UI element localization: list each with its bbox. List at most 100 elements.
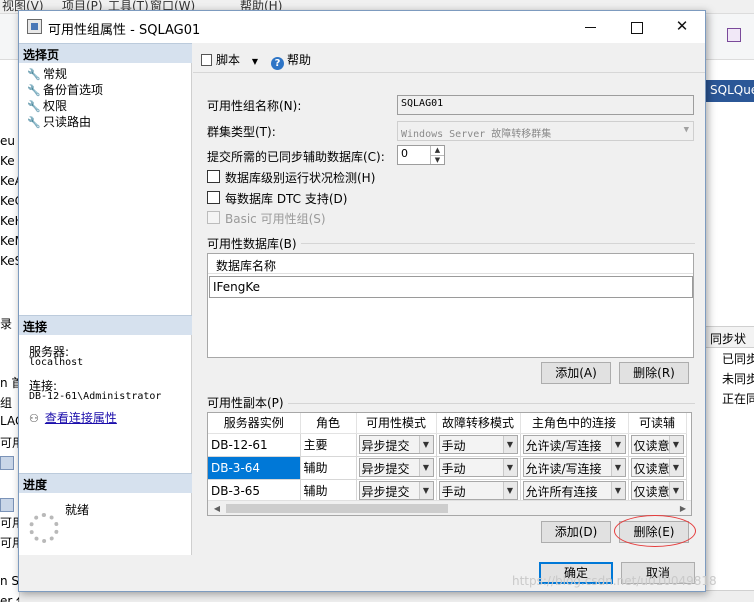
db-health-checkbox[interactable] — [207, 170, 220, 183]
list-item[interactable]: IFengKe — [209, 276, 693, 298]
cell-role[interactable]: 主要 — [300, 433, 357, 457]
page-general[interactable]: 🔧 常规 — [27, 65, 67, 81]
cell-failover[interactable]: 手动 ▼ — [436, 479, 521, 503]
add-database-button[interactable]: 添加(A) — [541, 362, 611, 384]
cell-dropdown[interactable]: 异步提交 ▼ — [358, 458, 434, 477]
cell-role[interactable]: 辅助 — [300, 456, 357, 480]
per-db-dtc-checkbox[interactable] — [207, 191, 220, 204]
stepper-up-icon[interactable]: ▲ — [430, 146, 444, 155]
stepper-down-icon[interactable]: ▼ — [430, 155, 444, 164]
bg-tree-item[interactable]: er 代理 — [0, 592, 19, 602]
scroll-right-icon[interactable]: ▶ — [676, 504, 690, 513]
cell-dropdown[interactable]: 异步提交 ▼ — [358, 481, 434, 500]
cell-dropdown[interactable]: 允许读/写连接 ▼ — [522, 435, 626, 454]
column-header[interactable]: 主角色中的连接 — [520, 413, 629, 434]
maximize-button[interactable] — [613, 11, 659, 43]
chevron-down-icon[interactable]: ▼ — [610, 482, 625, 499]
scroll-thumb[interactable] — [226, 504, 448, 513]
add-replica-button[interactable]: 添加(D) — [541, 521, 611, 543]
bg-tree-item[interactable]: LAG — [0, 414, 19, 428]
ag-name-field[interactable]: SQLAG01 — [397, 95, 694, 115]
cell-dropdown[interactable]: 允许读/写连接 ▼ — [522, 458, 626, 477]
bg-tree-item[interactable]: KeS — [0, 254, 19, 268]
chevron-down-icon[interactable]: ▼ — [668, 436, 683, 453]
script-button[interactable]: 脚本 ▼ — [201, 51, 258, 68]
bg-tree-item[interactable]: KeH — [0, 214, 19, 228]
dialog-titlebar[interactable]: 可用性组属性 - SQLAG01 ✕ — [19, 11, 705, 43]
bg-tree-item[interactable]: eu — [0, 134, 15, 148]
chevron-down-icon[interactable]: ▼ — [610, 436, 625, 453]
cell-readable[interactable]: 仅读意向 ▼ — [628, 433, 687, 457]
column-header[interactable]: 故障转移模式 — [436, 413, 521, 434]
table-row[interactable]: DB-3-65 辅助 异步提交 ▼ 手动 ▼ 允许所有连接 ▼ 仅读意向 ▼ — [208, 479, 687, 503]
select-page-header: 选择页 — [19, 43, 192, 63]
column-header[interactable]: 服务器实例 — [208, 413, 301, 434]
cell-failover[interactable]: 手动 ▼ — [436, 456, 521, 480]
column-header[interactable]: 可用性模式 — [356, 413, 437, 434]
bg-vs-icon[interactable] — [727, 28, 741, 42]
chevron-down-icon[interactable]: ▼ — [502, 482, 517, 499]
chevron-down-icon[interactable]: ▼ — [668, 482, 683, 499]
cell-server[interactable]: DB-3-65 — [208, 479, 301, 503]
databases-column-header[interactable]: 数据库名称 — [208, 254, 693, 274]
chevron-down-icon[interactable]: ▼ — [668, 459, 683, 476]
remove-replica-button[interactable]: 删除(E) — [619, 521, 689, 543]
view-connection-properties[interactable]: ⚇ 查看连接属性 — [29, 409, 117, 426]
chevron-down-icon[interactable]: ▼ — [418, 436, 433, 453]
cell-dropdown[interactable]: 允许所有连接 ▼ — [522, 481, 626, 500]
column-header[interactable]: 角色 — [300, 413, 357, 434]
cell-readable[interactable]: 仅读意向 ▼ — [628, 456, 687, 480]
cell-role[interactable]: 辅助 — [300, 479, 357, 503]
horizontal-scrollbar[interactable]: ◀ ▶ — [208, 500, 691, 515]
cell-dropdown[interactable]: 手动 ▼ — [438, 458, 518, 477]
cell-dropdown[interactable]: 仅读意向 ▼ — [630, 481, 684, 500]
cell-dropdown[interactable]: 手动 ▼ — [438, 435, 518, 454]
chevron-down-icon[interactable]: ▼ — [502, 436, 517, 453]
table-row[interactable]: DB-12-61 主要 异步提交 ▼ 手动 ▼ 允许读/写连接 ▼ 仅读意向 ▼ — [208, 433, 687, 457]
bg-tree-item[interactable]: KeM — [0, 234, 19, 248]
bg-tree-item[interactable]: 组 — [0, 394, 12, 411]
help-button[interactable]: ? 帮助 — [271, 51, 311, 70]
chevron-down-icon[interactable]: ▼ — [502, 459, 517, 476]
cell-availability[interactable]: 异步提交 ▼ — [356, 433, 437, 457]
sync-secondaries-stepper[interactable]: 0 ▲ ▼ — [397, 145, 445, 165]
table-row[interactable]: DB-3-64 辅助 异步提交 ▼ 手动 ▼ 允许读/写连接 ▼ 仅读意向 ▼ — [208, 456, 687, 480]
bg-tree-item[interactable]: KeC — [0, 194, 19, 208]
close-button[interactable]: ✕ — [659, 11, 705, 43]
page-backup-preferences[interactable]: 🔧 备份首选项 — [27, 81, 103, 97]
minimize-button[interactable] — [567, 11, 613, 43]
bg-tree-item[interactable]: 可用 — [0, 434, 19, 451]
chevron-down-icon[interactable]: ▼ — [418, 459, 433, 476]
cell-dropdown[interactable]: 异步提交 ▼ — [358, 435, 434, 454]
cell-dropdown[interactable]: 仅读意向 ▼ — [630, 435, 684, 454]
bg-query-tab[interactable]: SQLQue — [706, 80, 754, 102]
cell-server[interactable]: DB-3-64 — [208, 456, 301, 480]
cell-primary-conn[interactable]: 允许读/写连接 ▼ — [520, 456, 629, 480]
page-permissions[interactable]: 🔧 权限 — [27, 97, 67, 113]
scroll-left-icon[interactable]: ◀ — [210, 504, 224, 513]
cell-availability[interactable]: 异步提交 ▼ — [356, 479, 437, 503]
bg-tree-item[interactable]: KeA — [0, 174, 19, 188]
cell-availability[interactable]: 异步提交 ▼ — [356, 456, 437, 480]
cell-dropdown[interactable]: 仅读意向 ▼ — [630, 458, 684, 477]
chevron-down-icon[interactable]: ▼ — [418, 482, 433, 499]
chevron-down-icon[interactable]: ▼ — [252, 57, 258, 66]
bg-tree-item[interactable]: 可用 — [0, 534, 19, 551]
bg-tree-item[interactable]: 录 — [0, 315, 12, 332]
cell-failover[interactable]: 手动 ▼ — [436, 433, 521, 457]
cell-readable[interactable]: 仅读意向 ▼ — [628, 479, 687, 503]
remove-database-button[interactable]: 删除(R) — [619, 362, 689, 384]
chevron-down-icon[interactable]: ▼ — [610, 459, 625, 476]
cell-primary-conn[interactable]: 允许读/写连接 ▼ — [520, 433, 629, 457]
bg-tree-item[interactable]: 可用 — [0, 514, 19, 531]
cell-dropdown[interactable]: 手动 ▼ — [438, 481, 518, 500]
cell-server[interactable]: DB-12-61 — [208, 433, 301, 457]
page-readonly-routing[interactable]: 🔧 只读路由 — [27, 113, 91, 129]
column-header[interactable]: 可读辅 — [628, 413, 687, 434]
view-connection-properties-link[interactable]: 查看连接属性 — [45, 411, 117, 425]
cell-primary-conn[interactable]: 允许所有连接 ▼ — [520, 479, 629, 503]
bg-tree-item[interactable]: n S — [0, 574, 19, 588]
bg-tree-item[interactable]: n 首 — [0, 374, 19, 391]
bg-tree-item[interactable]: Ke — [0, 154, 15, 168]
basic-ag-checkbox — [207, 211, 220, 224]
